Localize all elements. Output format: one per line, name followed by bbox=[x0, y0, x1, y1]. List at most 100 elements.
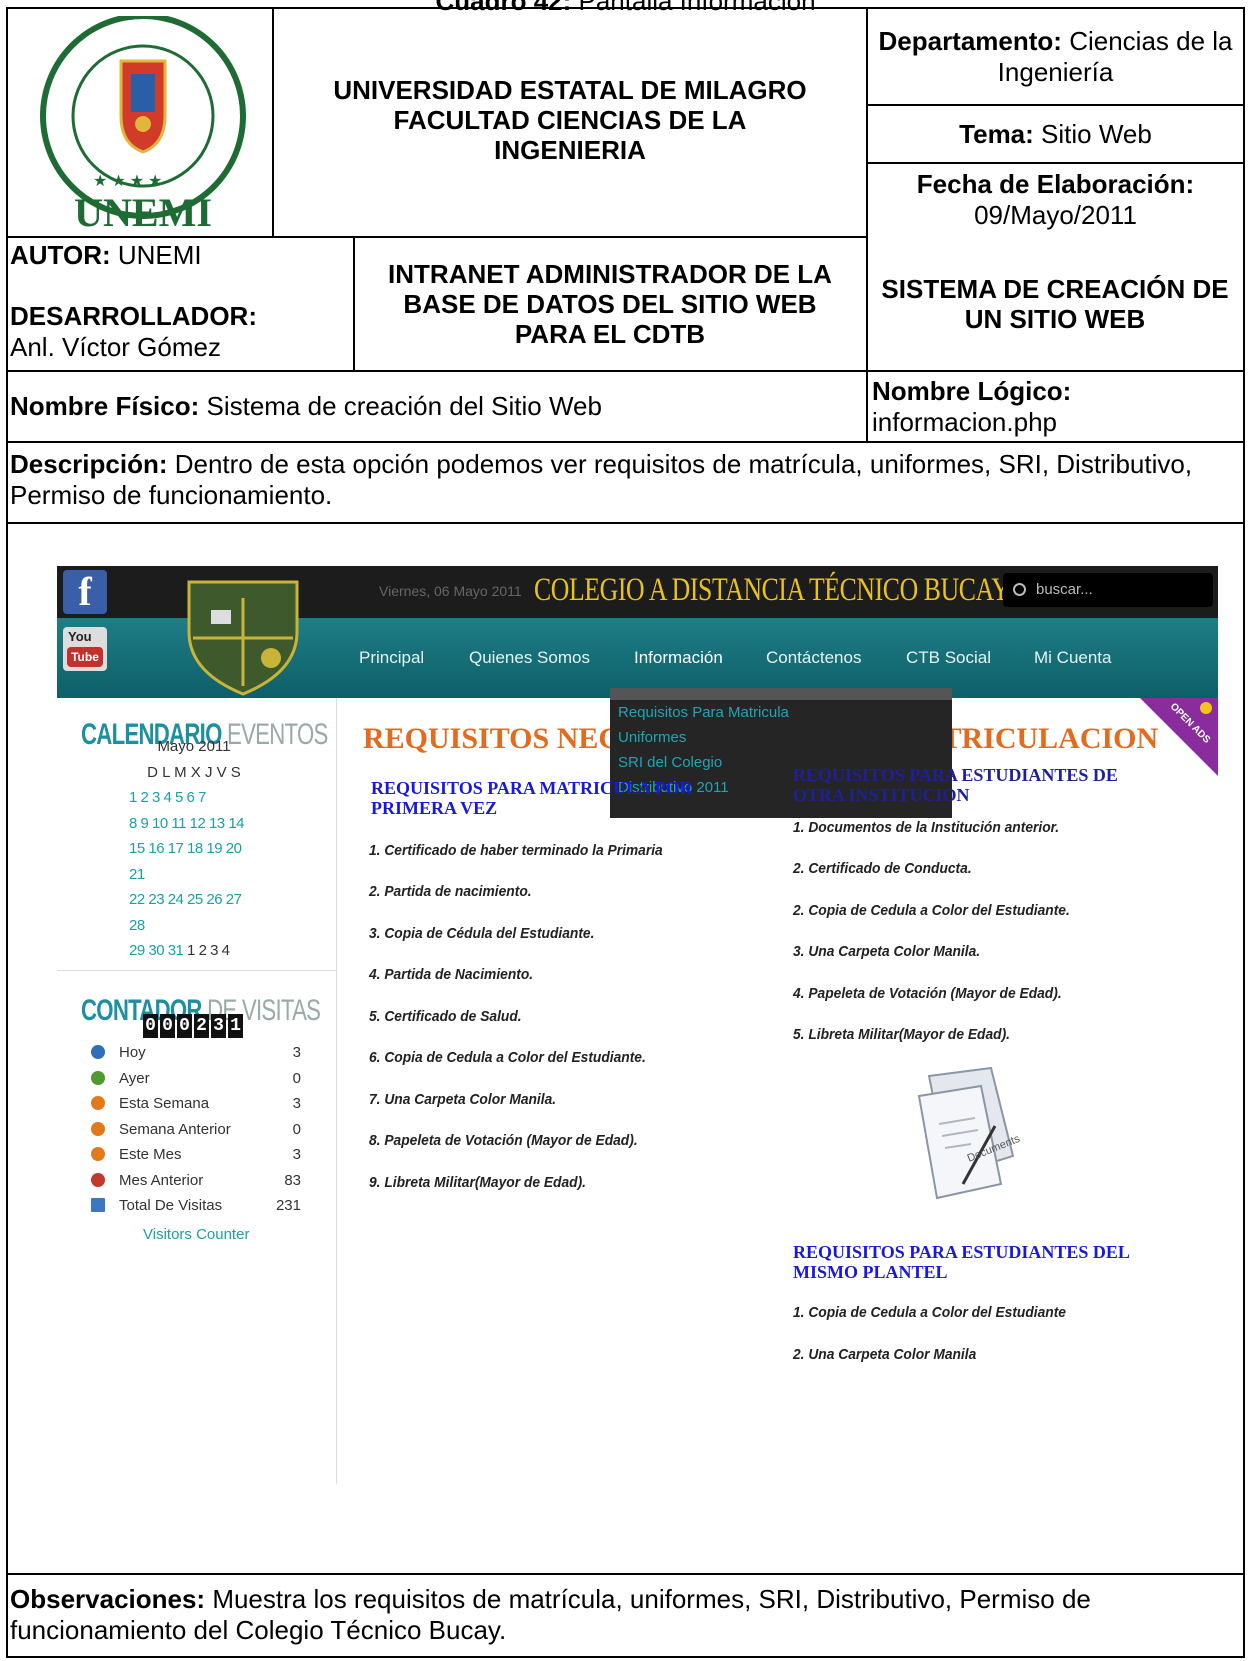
documents-icon: Documents bbox=[917, 1066, 1021, 1200]
university-heading: UNIVERSIDAD ESTATAL DE MILAGRO FACULTAD … bbox=[274, 70, 866, 170]
calendar-week[interactable]: 29 30 31 bbox=[129, 942, 184, 959]
nav-item-ctb-social[interactable]: CTB Social bbox=[906, 648, 991, 668]
descripcion-text: Dentro de esta opción podemos ver requis… bbox=[10, 449, 1193, 510]
stats-label: Hoy bbox=[119, 1044, 146, 1061]
nav-item-contactenos[interactable]: Contáctenos bbox=[766, 648, 861, 668]
stats-label: Total De Visitas bbox=[119, 1197, 223, 1214]
school-crest-icon bbox=[187, 580, 299, 696]
calendar-next-month-days: 1 2 3 4 bbox=[183, 942, 230, 959]
stats-value: 231 bbox=[275, 1197, 301, 1214]
departamento-cell: Departamento: Ciencias de la Ingeniería bbox=[868, 9, 1243, 104]
counter-digit: 0 bbox=[160, 1014, 175, 1038]
search-icon bbox=[1013, 583, 1026, 596]
divider bbox=[6, 522, 1245, 524]
nav-item-informacion[interactable]: Información bbox=[634, 648, 723, 668]
fecha-value: 09/Mayo/2011 bbox=[974, 200, 1137, 230]
stats-value: 3 bbox=[292, 1095, 301, 1112]
requirement-item: 3. Una Carpeta Color Manila. bbox=[793, 943, 981, 960]
requirement-item: 5. Certificado de Salud. bbox=[369, 1008, 522, 1025]
requirement-item: 8. Papeleta de Votación (Mayor de Edad). bbox=[369, 1132, 638, 1149]
divider bbox=[6, 1573, 1245, 1575]
desarrollador-label: DESARROLLADOR: bbox=[10, 301, 257, 331]
stats-label: Semana Anterior bbox=[119, 1120, 231, 1138]
requirement-item: 1. Certificado de haber terminado la Pri… bbox=[369, 842, 663, 859]
dropdown-item-uniformes[interactable]: Uniformes bbox=[610, 725, 952, 750]
calendar-week[interactable]: 22 23 24 25 26 27 28 bbox=[129, 887, 259, 938]
youtube-icon[interactable]: You Tube bbox=[63, 627, 107, 671]
fecha-label: Fecha de Elaboración: bbox=[916, 169, 1195, 199]
divider bbox=[866, 370, 868, 442]
calendar-widget: Mayo 2011 D L M X J V S 1 2 3 4 5 6 7 8 … bbox=[129, 734, 259, 964]
university-name: UNIVERSIDAD ESTATAL DE MILAGRO bbox=[333, 75, 807, 105]
visit-stats: Hoy 3 Ayer 0 Esta Semana 3 Semana Anterior 0… bbox=[91, 1040, 301, 1219]
site-search-input[interactable]: buscar... bbox=[1003, 573, 1213, 607]
site-date: Viernes, 06 Mayo 2011 bbox=[379, 583, 522, 599]
logico-value: informacion.php bbox=[872, 406, 1057, 437]
svg-text:★ ★ ★ ★: ★ ★ ★ ★ bbox=[93, 173, 162, 190]
nav-item-principal[interactable]: Principal bbox=[359, 648, 424, 668]
user-icon bbox=[91, 1096, 105, 1110]
bar-chart-icon bbox=[91, 1198, 105, 1212]
calendar-week[interactable]: 8 9 10 11 12 13 14 bbox=[129, 811, 259, 837]
requirement-item: 9. Libreta Militar(Mayor de Edad). bbox=[369, 1174, 587, 1191]
requirement-item: 2. Certificado de Conducta. bbox=[793, 860, 972, 877]
calendar-weekdays: D L M X J V S bbox=[147, 763, 241, 781]
faculty-name: FACULTAD CIENCIAS DE LA INGENIERIA bbox=[393, 105, 747, 165]
stats-value: 83 bbox=[284, 1171, 301, 1189]
stats-label: Mes Anterior bbox=[119, 1171, 204, 1189]
counter-digit: 1 bbox=[228, 1014, 243, 1038]
nav-item-quienes-somos[interactable]: Quienes Somos bbox=[469, 648, 590, 668]
tema-label: Tema: bbox=[959, 118, 1034, 149]
tema-value: Sitio Web bbox=[1033, 118, 1152, 149]
autor-value: UNEMI bbox=[110, 240, 202, 270]
requirement-item: 3. Copia de Cédula del Estudiante. bbox=[369, 925, 595, 942]
stats-label: Esta Semana bbox=[119, 1095, 210, 1112]
departamento-label: Departamento: bbox=[878, 25, 1062, 56]
calendar-week[interactable]: 15 16 17 18 19 20 21 bbox=[129, 836, 259, 887]
visit-counter-digits: 0 0 0 2 3 1 bbox=[143, 1014, 243, 1038]
stats-row: Esta Semana 3 bbox=[91, 1091, 301, 1117]
user-icon bbox=[91, 1045, 105, 1059]
autor-label: AUTOR: bbox=[10, 240, 111, 270]
stats-label: Este Mes bbox=[119, 1146, 182, 1163]
table-border-left bbox=[6, 7, 8, 1658]
table-border-bottom bbox=[6, 1656, 1245, 1658]
intranet-cell: INTRANET ADMINISTRADOR DE LA BASE DE DAT… bbox=[380, 238, 840, 370]
counter-digit: 0 bbox=[177, 1014, 192, 1038]
user-icon bbox=[91, 1147, 105, 1161]
stats-row: Este Mes 3 bbox=[91, 1142, 301, 1168]
visitors-counter-link[interactable]: Visitors Counter bbox=[143, 1226, 249, 1243]
facebook-icon[interactable]: f bbox=[63, 570, 107, 614]
unemi-logo: ★ ★ ★ ★ UNEMI bbox=[40, 16, 246, 230]
stats-value: 0 bbox=[292, 1069, 301, 1087]
dropdown-item-requisitos[interactable]: Requisitos Para Matricula bbox=[610, 700, 952, 725]
requirement-item: 2. Una Carpeta Color Manila bbox=[793, 1346, 977, 1363]
calendar-week[interactable]: 1 2 3 4 5 6 7 bbox=[129, 785, 259, 811]
counter-digit: 3 bbox=[211, 1014, 226, 1038]
requirement-item: 6. Copia de Cedula a Color del Estudiant… bbox=[369, 1049, 646, 1066]
observaciones-cell: Observaciones: Muestra los requisitos de… bbox=[10, 1578, 1240, 1654]
logico-label: Nombre Lógico: bbox=[872, 375, 1072, 406]
user-icon bbox=[91, 1121, 105, 1136]
divider bbox=[353, 236, 355, 371]
requirement-item: 1. Copia de Cedula a Color del Estudiant… bbox=[793, 1304, 1066, 1321]
requirement-item: 4. Partida de Nacimiento. bbox=[369, 966, 534, 983]
requirement-item: 1. Documentos de la Institución anterior… bbox=[793, 819, 1060, 836]
fecha-cell: Fecha de Elaboración: 09/Mayo/2011 bbox=[868, 164, 1243, 236]
calendar-month: Mayo 2011 bbox=[157, 738, 231, 755]
sistema-cell: SISTEMA DE CREACIÓN DE UN SITIO WEB bbox=[880, 238, 1230, 370]
left-section-heading: REQUISITOS PARA MATRICULA POR PRIMERA VE… bbox=[371, 778, 693, 818]
stats-row: Ayer 0 bbox=[91, 1066, 301, 1092]
table-border-right bbox=[1243, 7, 1245, 1658]
observaciones-label: Observaciones: bbox=[10, 1584, 206, 1614]
requirement-item: 5. Libreta Militar(Mayor de Edad). bbox=[793, 1026, 1011, 1043]
site-title: COLEGIO A DISTANCIA TÉCNICO BUCAY bbox=[534, 572, 1010, 608]
user-icon bbox=[91, 1070, 105, 1085]
fisico-value: Sistema de creación del Sitio Web bbox=[199, 391, 602, 421]
stats-row: Mes Anterior 83 bbox=[91, 1168, 301, 1194]
tema-cell: Tema: Sitio Web bbox=[868, 106, 1243, 162]
stats-row: Hoy 3 bbox=[91, 1040, 301, 1066]
counter-digit: 0 bbox=[143, 1014, 158, 1038]
nav-item-mi-cuenta[interactable]: Mi Cuenta bbox=[1034, 648, 1111, 668]
search-placeholder: buscar... bbox=[1036, 581, 1093, 598]
